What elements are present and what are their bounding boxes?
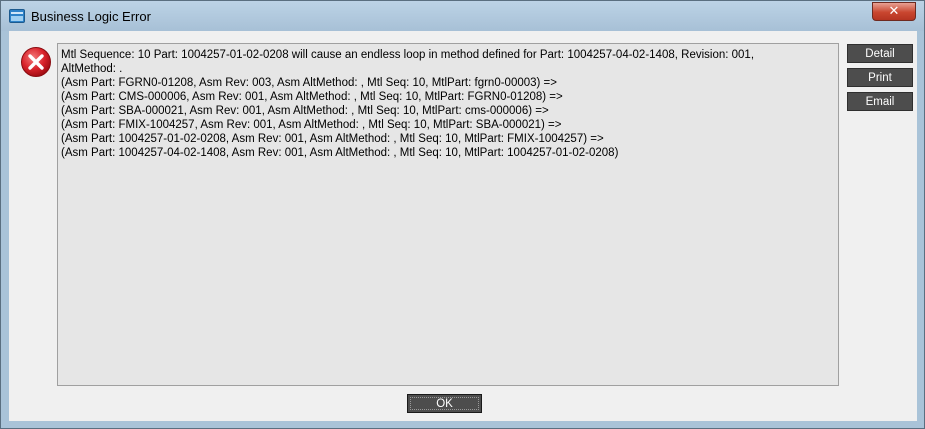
message-line: (Asm Part: SBA-000021, Asm Rev: 001, Asm… bbox=[61, 105, 549, 117]
error-message-text: Mtl Sequence: 10 Part: 1004257-01-02-020… bbox=[58, 44, 838, 164]
detail-button[interactable]: Detail bbox=[847, 44, 913, 63]
window-app-icon bbox=[9, 9, 25, 23]
message-line: AltMethod: . bbox=[61, 63, 123, 75]
title-bar[interactable]: Business Logic Error ✕ bbox=[1, 1, 924, 31]
message-line: (Asm Part: FMIX-1004257, Asm Rev: 001, A… bbox=[61, 119, 562, 131]
error-dialog: Business Logic Error ✕ Mtl Sequence: 10 … bbox=[0, 0, 925, 429]
window-title: Business Logic Error bbox=[31, 9, 151, 24]
message-line: (Asm Part: 1004257-01-02-0208, Asm Rev: … bbox=[61, 133, 604, 145]
error-x-icon bbox=[20, 46, 52, 78]
message-line: Mtl Sequence: 10 Part: 1004257-01-02-020… bbox=[61, 49, 755, 61]
dialog-body: Mtl Sequence: 10 Part: 1004257-01-02-020… bbox=[9, 31, 917, 421]
message-line: (Asm Part: 1004257-04-02-1408, Asm Rev: … bbox=[61, 147, 619, 159]
message-line: (Asm Part: FGRN0-01208, Asm Rev: 003, As… bbox=[61, 77, 557, 89]
message-line: (Asm Part: CMS-000006, Asm Rev: 001, Asm… bbox=[61, 91, 563, 103]
close-icon: ✕ bbox=[888, 4, 900, 19]
email-button[interactable]: Email bbox=[847, 92, 913, 111]
ok-button[interactable]: OK bbox=[407, 394, 482, 413]
close-button[interactable]: ✕ bbox=[872, 2, 916, 21]
print-button[interactable]: Print bbox=[847, 68, 913, 87]
error-message-box[interactable]: Mtl Sequence: 10 Part: 1004257-01-02-020… bbox=[57, 43, 839, 386]
